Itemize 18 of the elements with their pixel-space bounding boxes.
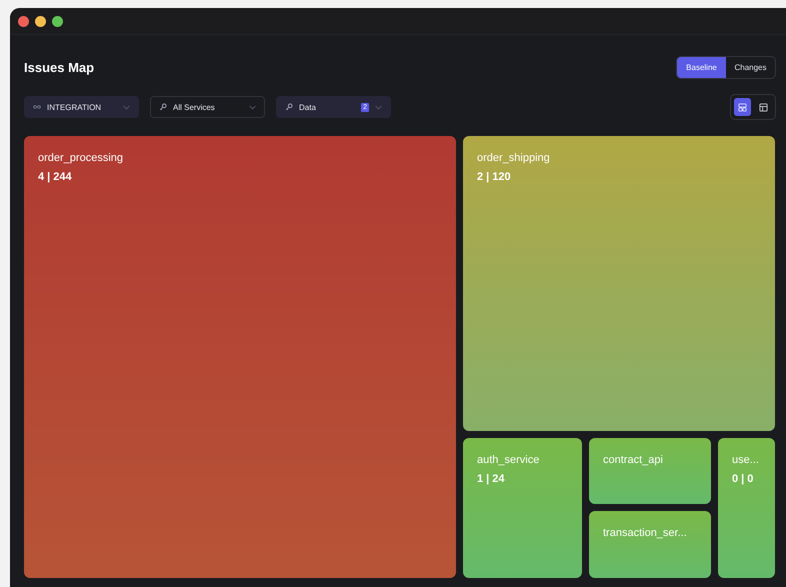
key-icon: [159, 103, 167, 111]
close-button[interactable]: [18, 16, 29, 26]
chevron-down-icon: [249, 104, 256, 110]
filter-dropdown[interactable]: All Services: [150, 96, 265, 118]
zoom-button[interactable]: [52, 16, 63, 26]
treemap-view-button[interactable]: [734, 98, 751, 116]
chevron-down-icon: [123, 104, 130, 110]
filter-dropdown[interactable]: INTEGRATION: [24, 96, 139, 118]
table-icon: [759, 102, 768, 112]
minimize-button[interactable]: [35, 16, 46, 26]
mode-tab[interactable]: Baseline: [677, 56, 726, 78]
grid-icon: [738, 102, 747, 112]
key-icon: [285, 103, 293, 111]
mode-tab[interactable]: Changes: [726, 56, 775, 78]
treemap-tile[interactable]: order_processing 4 | 244: [24, 136, 456, 578]
chevron-down-icon: [375, 104, 382, 110]
page-title: Issues Map: [24, 60, 94, 74]
infinity-icon: [33, 103, 41, 111]
